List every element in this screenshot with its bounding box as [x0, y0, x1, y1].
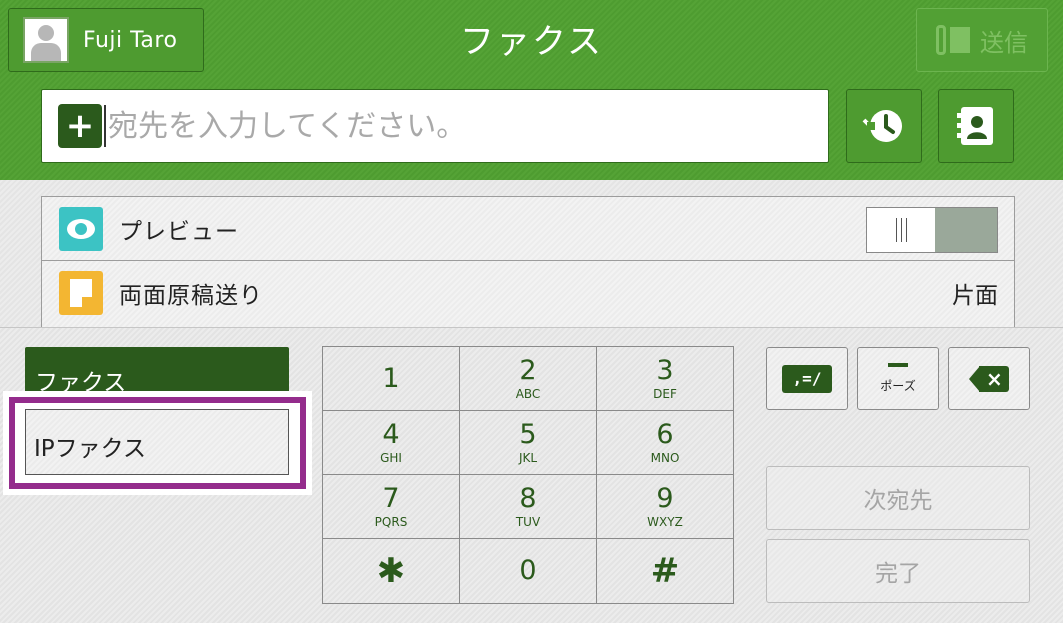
- key-0[interactable]: 0: [460, 539, 597, 603]
- address-book-icon: [957, 107, 993, 145]
- backspace-icon: ×: [969, 365, 1009, 392]
- asterisk-icon: ✱: [376, 551, 406, 591]
- key-7[interactable]: 7 PQRS: [323, 475, 460, 539]
- preview-toggle[interactable]: [866, 207, 998, 253]
- next-destination-button[interactable]: 次宛先: [766, 466, 1030, 530]
- send-button[interactable]: 送信: [916, 8, 1048, 72]
- numeric-keypad: 1 2 ABC 3 DEF 4 GHI 5 JKL 6 MNO 7 PQRS 8 TUV 9W…: [322, 346, 734, 604]
- history-button[interactable]: [846, 89, 922, 163]
- fax-mode-tab[interactable]: ファクス: [25, 347, 289, 396]
- hash-icon: #: [650, 551, 680, 591]
- key-star[interactable]: ✱: [323, 539, 460, 603]
- destination-field[interactable]: +: [41, 89, 829, 163]
- key-6[interactable]: 6 MNO: [597, 411, 733, 475]
- duplex-label: 両面原稿送り: [119, 283, 263, 309]
- key-8[interactable]: 8 TUV: [460, 475, 597, 539]
- history-icon: [862, 110, 902, 142]
- text-cursor: [104, 105, 106, 147]
- duplex-value: 片面: [952, 283, 998, 309]
- dial-symbols-icon: ,=/: [782, 364, 832, 393]
- key-4[interactable]: 4 GHI: [323, 411, 460, 475]
- eye-icon: [59, 206, 103, 251]
- done-button[interactable]: 完了: [766, 539, 1030, 603]
- document-icon: [59, 271, 103, 315]
- send-label: 送信: [980, 28, 1028, 57]
- pause-label: ポーズ: [880, 379, 916, 393]
- send-icon: [936, 25, 970, 55]
- dial-symbols-button[interactable]: ,=/: [766, 347, 848, 410]
- key-1[interactable]: 1: [323, 347, 460, 411]
- preview-label: プレビュー: [119, 218, 239, 245]
- key-hash[interactable]: #: [597, 539, 733, 603]
- plus-icon[interactable]: +: [58, 104, 102, 148]
- feature-row-preview[interactable]: プレビュー: [42, 197, 1014, 261]
- key-5[interactable]: 5 JKL: [460, 411, 597, 475]
- feature-row-duplex[interactable]: 両面原稿送り 片面: [42, 261, 1014, 325]
- key-9[interactable]: 9 WXYZ: [597, 475, 733, 539]
- key-2[interactable]: 2 ABC: [460, 347, 597, 411]
- pause-icon: [888, 363, 908, 367]
- page-title: ファクス: [460, 22, 603, 62]
- key-3[interactable]: 3 DEF: [597, 347, 733, 411]
- destination-input[interactable]: [108, 108, 788, 144]
- ipfax-mode-button[interactable]: IPファクス: [25, 409, 289, 475]
- feature-list: プレビュー 両面原稿送り 片面: [41, 196, 1015, 331]
- address-book-button[interactable]: [938, 89, 1014, 163]
- backspace-button[interactable]: ×: [948, 347, 1030, 410]
- pause-button[interactable]: ポーズ: [857, 347, 939, 410]
